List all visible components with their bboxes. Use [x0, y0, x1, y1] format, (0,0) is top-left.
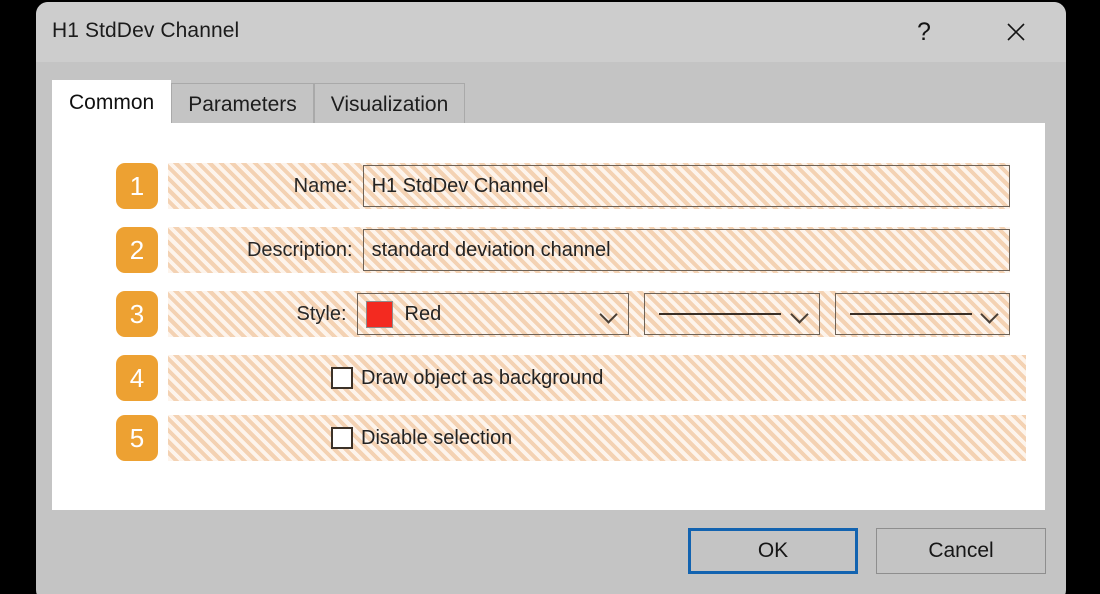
- tab-visualization[interactable]: Visualization: [313, 83, 466, 125]
- color-dropdown[interactable]: Red: [356, 293, 630, 335]
- draw-background-checkbox[interactable]: [331, 367, 353, 389]
- color-swatch: [365, 300, 393, 328]
- help-button[interactable]: ?: [892, 2, 956, 62]
- description-input[interactable]: standard deviation channel: [362, 229, 1010, 271]
- disable-selection-checkbox[interactable]: [331, 427, 353, 449]
- tab-strip: Common Parameters Visualization: [52, 80, 466, 125]
- form-row-style: 3 Style: Red: [116, 291, 1010, 337]
- form-row-draw-background: 4 Draw object as background: [116, 355, 1026, 401]
- name-label: Name:: [293, 174, 353, 197]
- ok-button[interactable]: OK: [688, 528, 858, 574]
- cancel-button[interactable]: Cancel: [876, 528, 1046, 574]
- close-button[interactable]: [984, 2, 1048, 62]
- cancel-button-label: Cancel: [928, 539, 994, 562]
- disable-selection-row-body: Disable selection: [168, 415, 1026, 461]
- step-badge-2: 2: [116, 227, 158, 273]
- chevron-down-icon: [979, 303, 1001, 325]
- tab-common-label: Common: [69, 91, 155, 114]
- step-badge-1: 1: [116, 163, 158, 209]
- draw-background-label[interactable]: Draw object as background: [361, 367, 603, 390]
- close-icon: [1007, 23, 1025, 41]
- dialog-footer: OK Cancel: [36, 510, 1066, 594]
- style-label: Style:: [296, 302, 347, 325]
- step-badge-4: 4: [116, 355, 158, 401]
- chevron-down-icon: [789, 303, 811, 325]
- line-sample-1: [653, 293, 782, 335]
- screen-root: H1 StdDev Channel ? Common Parameters Vi…: [0, 0, 1100, 594]
- ok-button-label: OK: [757, 539, 789, 562]
- title-bar: H1 StdDev Channel ?: [36, 2, 1066, 62]
- color-dropdown-value: Red: [404, 302, 442, 325]
- tab-parameters-label: Parameters: [188, 92, 297, 116]
- tab-common[interactable]: Common: [52, 80, 172, 125]
- tab-visualization-label: Visualization: [330, 92, 449, 116]
- form-row-name: 1 Name: H1 StdDev Channel: [116, 163, 1010, 209]
- step-badge-3: 3: [116, 291, 158, 337]
- form-row-disable-selection: 5 Disable selection: [116, 415, 1026, 461]
- form-row-description: 2 Description: standard deviation channe…: [116, 227, 1010, 273]
- window-title: H1 StdDev Channel: [52, 19, 240, 42]
- disable-selection-label[interactable]: Disable selection: [361, 427, 512, 450]
- question-mark-icon: ?: [917, 17, 931, 46]
- dialog-window: H1 StdDev Channel ? Common Parameters Vi…: [36, 2, 1066, 594]
- tab-parameters[interactable]: Parameters: [171, 83, 314, 125]
- name-row-body: Name: H1 StdDev Channel: [168, 163, 1010, 209]
- line-width-dropdown[interactable]: [644, 293, 820, 335]
- description-input-value: standard deviation channel: [371, 238, 611, 261]
- line-sample-2: [844, 293, 973, 335]
- description-row-body: Description: standard deviation channel: [168, 227, 1010, 273]
- name-input[interactable]: H1 StdDev Channel: [362, 165, 1010, 207]
- chevron-down-icon: [598, 303, 620, 325]
- line-pattern-dropdown[interactable]: [834, 293, 1010, 335]
- style-row-body: Style: Red: [168, 291, 1010, 337]
- draw-background-row-body: Draw object as background: [168, 355, 1026, 401]
- tab-content-panel: 1 Name: H1 StdDev Channel 2 Description:: [52, 123, 1045, 510]
- name-input-value: H1 StdDev Channel: [371, 174, 549, 197]
- step-badge-5: 5: [116, 415, 158, 461]
- description-label: Description:: [246, 238, 353, 261]
